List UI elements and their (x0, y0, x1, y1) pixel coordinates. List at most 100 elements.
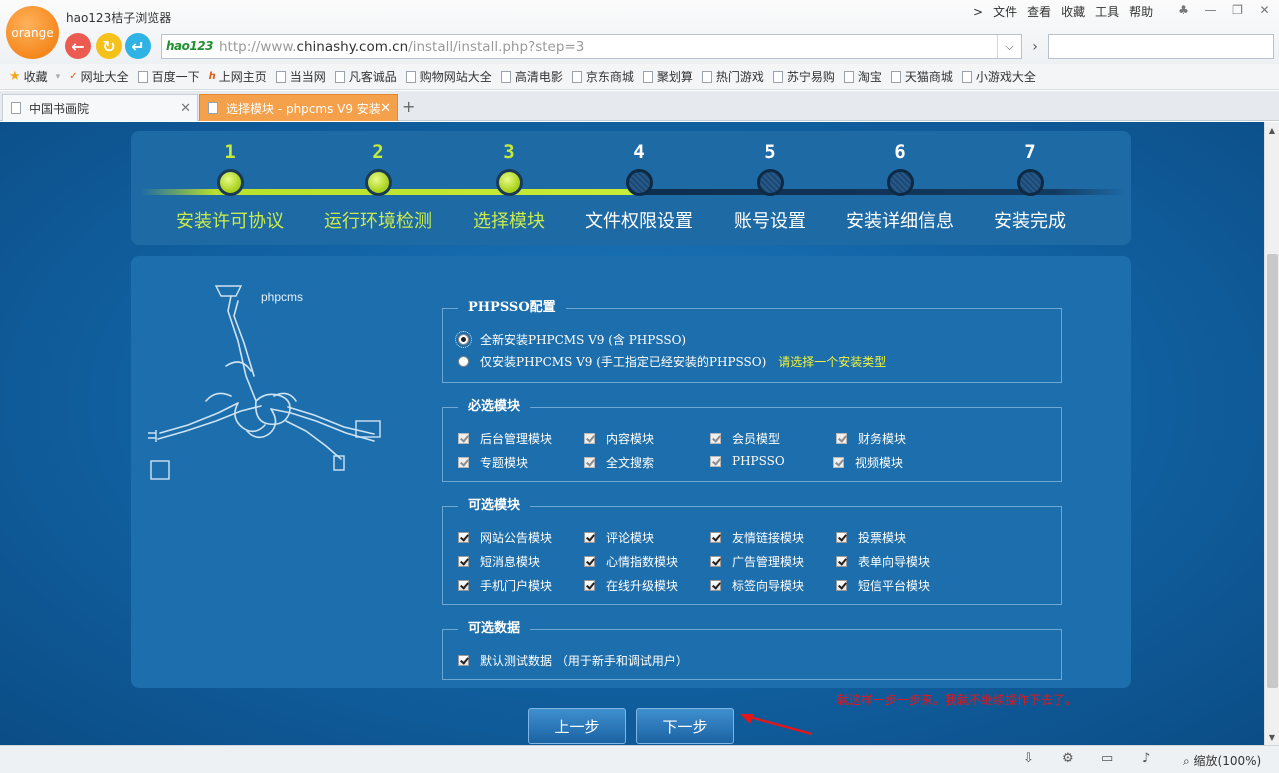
restore-icon[interactable]: ❐ (1224, 3, 1251, 17)
bookmark-item[interactable]: ✓ 网址大全 (69, 68, 128, 85)
checkbox[interactable] (710, 556, 721, 567)
star-icon: ★ (9, 69, 21, 84)
scroll-up-icon[interactable]: ▲ (1265, 122, 1279, 138)
address-dropdown-icon[interactable]: ⌵ (997, 35, 1021, 58)
tab-install-active[interactable]: 选择模块 - phpcms V9 安装 ✕ (199, 94, 398, 121)
menu-help[interactable]: 帮助 (1124, 3, 1158, 20)
hands-network-illustration: phpcms (148, 285, 381, 480)
menu-view[interactable]: 查看 (1022, 3, 1056, 20)
module-comment[interactable]: 评论模块 (584, 529, 654, 546)
volume-icon[interactable]: ♪ (1142, 751, 1150, 766)
checkbox[interactable] (836, 580, 847, 591)
menu-chevron-icon[interactable]: > (968, 5, 988, 19)
bookmark-favorites[interactable]: ★ 收藏 ▾ (9, 68, 60, 85)
checkbox[interactable] (710, 580, 721, 591)
radio-full-install[interactable] (455, 331, 472, 348)
close-tab-icon[interactable]: ✕ (380, 101, 391, 116)
page-icon (772, 70, 783, 83)
checkbox[interactable] (584, 580, 595, 591)
page-icon (890, 70, 901, 83)
refresh-button[interactable]: ↻ (96, 33, 122, 59)
module-wap[interactable]: 手机门户模块 (458, 577, 552, 594)
install-page: 1 安装许可协议 2 运行环境检测 3 选择模块 4 文件权限设置 5 账号设置 6 安装详… (0, 122, 1264, 745)
address-bar[interactable]: hao123 http://www.chinashy.com.cn/instal… (161, 34, 1022, 59)
plug-icon (148, 430, 157, 442)
module-formguide[interactable]: 表单向导模块 (836, 553, 930, 570)
skin-icon[interactable]: ♣ (1170, 3, 1197, 17)
module-content: 内容模块 (584, 430, 654, 447)
bookmark-item[interactable]: 高清电影 (500, 68, 563, 85)
minimize-icon[interactable]: — (1197, 3, 1224, 17)
default-test-data[interactable]: 默认测试数据 （用于新手和调试用户） (458, 652, 688, 669)
page-icon (405, 70, 416, 83)
menu-favorites[interactable]: 收藏 (1056, 3, 1090, 20)
bookmark-item[interactable]: 淘宝 (843, 68, 882, 85)
vertical-scrollbar[interactable]: ▲ ▼ (1264, 122, 1279, 745)
home-button[interactable]: ↵ (125, 33, 151, 59)
dropdown-icon[interactable]: ▾ (56, 72, 61, 82)
prev-step-button[interactable]: 上一步 (528, 708, 626, 744)
step-dot (496, 169, 523, 196)
checkbox[interactable] (584, 532, 595, 543)
tab-chinese-painting[interactable]: 中国书画院 ✕ (2, 94, 198, 121)
checkbox[interactable] (458, 556, 469, 567)
address-url[interactable]: http://www.chinashy.com.cn/install/insta… (219, 39, 584, 55)
module-upgrade[interactable]: 在线升级模块 (584, 577, 678, 594)
module-announce[interactable]: 网站公告模块 (458, 529, 552, 546)
checkbox[interactable] (458, 655, 469, 666)
bookmark-item[interactable]: h 上网主页 (209, 68, 267, 85)
bookmark-item[interactable]: 京东商城 (571, 68, 634, 85)
menu-file[interactable]: 文件 (988, 3, 1022, 20)
page-icon (571, 70, 582, 83)
new-tab-icon[interactable]: + (402, 97, 415, 116)
module-sms[interactable]: 短信平台模块 (836, 577, 930, 594)
checkbox (836, 433, 847, 444)
module-video: 视频模块 (833, 454, 903, 471)
radio-cms-only[interactable] (458, 356, 469, 367)
close-tab-icon[interactable]: ✕ (180, 101, 191, 116)
module-mood[interactable]: 心情指数模块 (584, 553, 678, 570)
page-icon (208, 102, 218, 114)
checkbox[interactable] (458, 580, 469, 591)
option-full-install[interactable]: 全新安装PHPCMS V9 (含 PHPSSO) (455, 331, 686, 348)
checkbox[interactable] (458, 532, 469, 543)
back-button[interactable]: ← (65, 33, 91, 59)
screen-icon[interactable]: ▭ (1101, 751, 1113, 766)
scroll-down-icon[interactable]: ▼ (1265, 729, 1279, 745)
search-input[interactable] (1048, 34, 1274, 59)
bookmark-item[interactable]: 凡客诚品 (334, 68, 397, 85)
checkbox[interactable] (836, 532, 847, 543)
next-step-button[interactable]: 下一步 (636, 708, 734, 744)
bookmark-item[interactable]: 小游戏大全 (961, 68, 1036, 85)
browser-toolbar: orange hao123桔子浏览器 > 文件 查看 收藏 工具 帮助 ♣ — … (0, 0, 1279, 64)
bookmark-item[interactable]: 购物网站大全 (405, 68, 492, 85)
checkbox[interactable] (710, 532, 721, 543)
module-poster[interactable]: 广告管理模块 (710, 553, 804, 570)
module-link[interactable]: 友情链接模块 (710, 529, 804, 546)
scroll-thumb[interactable] (1267, 254, 1278, 688)
document-icon (150, 460, 170, 480)
bookmark-item[interactable]: 聚划算 (642, 68, 693, 85)
bookmark-item[interactable]: 天猫商城 (890, 68, 953, 85)
browser-logo[interactable]: orange (6, 6, 59, 59)
option-cms-only[interactable]: 仅安装PHPCMS V9 (手工指定已经安装的PHPSSO) 请选择一个安装类型 (458, 353, 886, 370)
go-forward-icon[interactable]: › (1024, 34, 1046, 59)
bookmark-item[interactable]: 当当网 (275, 68, 326, 85)
install-type-hint: 请选择一个安装类型 (778, 355, 887, 369)
module-vote[interactable]: 投票模块 (836, 529, 906, 546)
phpsso-fieldset: PHPSSO配置 全新安装PHPCMS V9 (含 PHPSSO) 仅安装PHP… (442, 299, 1062, 383)
bookmark-item[interactable]: 百度一下 (137, 68, 200, 85)
bookmark-item[interactable]: 苏宁易购 (772, 68, 835, 85)
menu-tools[interactable]: 工具 (1090, 3, 1124, 20)
zoom-level[interactable]: ⌕ 缩放(100%) (1183, 752, 1261, 769)
bookmark-item[interactable]: 热门游戏 (701, 68, 764, 85)
close-icon[interactable]: ✕ (1251, 3, 1278, 17)
checkbox[interactable] (584, 556, 595, 567)
checkbox[interactable] (836, 556, 847, 567)
settings-icon[interactable]: ⚙ (1062, 751, 1074, 766)
module-message[interactable]: 短消息模块 (458, 553, 540, 570)
top-menu: > 文件 查看 收藏 工具 帮助 (968, 3, 1158, 20)
module-tag[interactable]: 标签向导模块 (710, 577, 804, 594)
bookmarks-bar: ★ 收藏 ▾ ✓ 网址大全 百度一下 h 上网主页 当当网 凡客诚品 购物网站大全 高清… (0, 64, 1279, 90)
download-icon[interactable]: ⇩ (1023, 751, 1034, 766)
